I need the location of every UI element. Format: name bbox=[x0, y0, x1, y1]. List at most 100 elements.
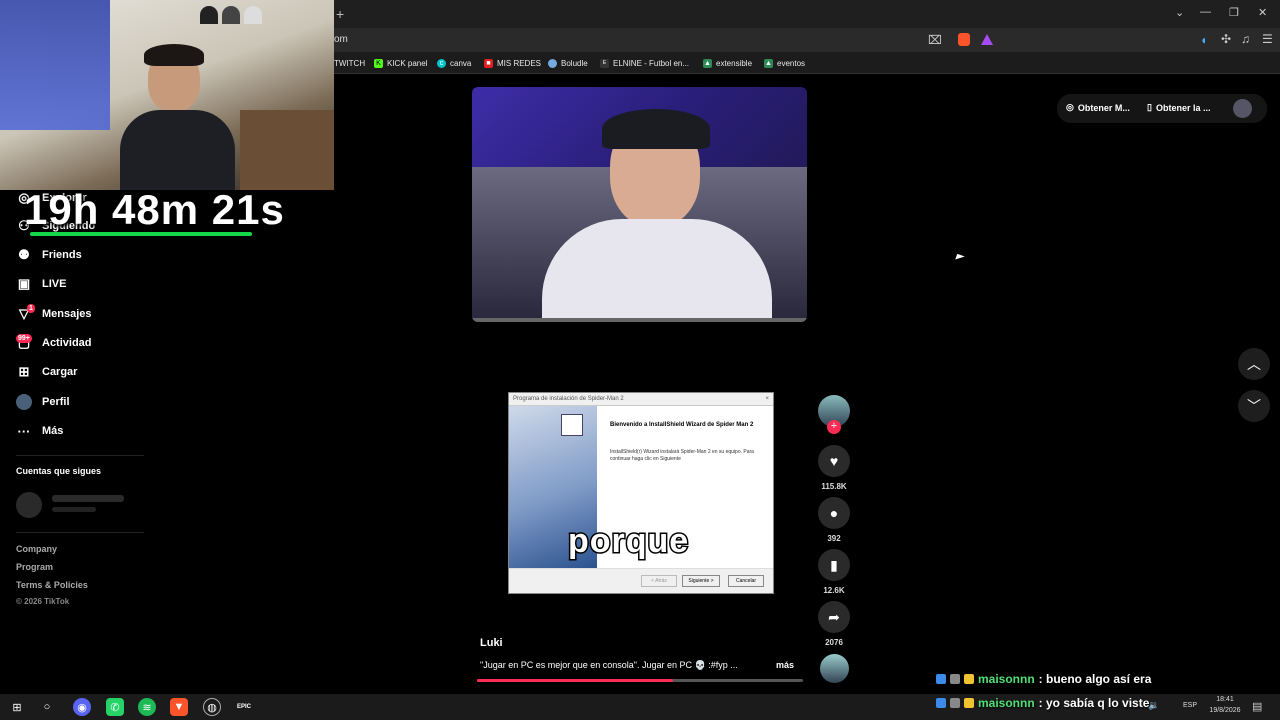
phone-icon: ▯ bbox=[1147, 102, 1152, 112]
get-app-button[interactable]: ◎ Obtener M... bbox=[1066, 102, 1130, 113]
whatsapp-taskbar-button[interactable]: ✆ bbox=[106, 698, 124, 716]
share-count: 2076 bbox=[825, 638, 843, 647]
footer-program-link[interactable]: Program bbox=[16, 562, 53, 572]
minimize-button[interactable]: — bbox=[1200, 6, 1211, 18]
chevron-down-icon: ﹀ bbox=[1247, 398, 1261, 414]
music-icon[interactable]: ♫ bbox=[1241, 32, 1250, 46]
bookmark-canva[interactable]: c canva bbox=[437, 56, 471, 70]
obs-taskbar-button[interactable]: ◍ bbox=[203, 698, 221, 716]
user-avatar[interactable] bbox=[1233, 99, 1252, 118]
bookmark-twitch[interactable]: TWITCH bbox=[334, 56, 365, 70]
elnine-icon: E bbox=[600, 58, 609, 68]
installer-logo-icon bbox=[561, 414, 583, 436]
video-progress-track[interactable] bbox=[472, 318, 807, 322]
new-tab-button[interactable]: + bbox=[336, 6, 344, 22]
installer-back-button[interactable]: < Atrás bbox=[641, 575, 677, 587]
video-progress-track[interactable] bbox=[477, 679, 803, 682]
installer-title: Programa de instalación de Spider-Man 2 bbox=[513, 396, 624, 402]
whatsapp-icon: ✆ bbox=[110, 701, 120, 714]
tree-icon: ▲ bbox=[703, 58, 712, 68]
footer-company-link[interactable]: Company bbox=[16, 544, 57, 554]
more-link[interactable]: más bbox=[776, 660, 794, 670]
close-icon: × bbox=[765, 396, 769, 402]
installer-body: InstallShield(r) Wizard instalará Spider… bbox=[610, 449, 754, 462]
get-desktop-app-button[interactable]: ▯ Obtener la ... bbox=[1147, 102, 1210, 113]
main-video[interactable]: Programa de instalación de Spider-Man 2 ×… bbox=[508, 392, 774, 594]
share-button[interactable]: ➦ bbox=[818, 601, 850, 633]
brave-rewards-icon[interactable] bbox=[981, 34, 993, 45]
brave-shield-icon[interactable] bbox=[958, 33, 970, 46]
language-indicator[interactable]: ESP bbox=[1183, 702, 1197, 709]
installer-next-button[interactable]: Siguiente > bbox=[682, 575, 720, 587]
spotify-taskbar-button[interactable]: ≋ bbox=[138, 698, 156, 716]
notification-icon[interactable]: ▤ bbox=[1252, 700, 1262, 713]
discord-taskbar-button[interactable]: ◉ bbox=[73, 698, 91, 716]
close-window-button[interactable]: ✕ bbox=[1258, 6, 1267, 19]
tab-search-button[interactable]: ⌄ bbox=[1175, 6, 1184, 19]
chat-username: maisonnn bbox=[978, 672, 1035, 686]
audio-icon[interactable]: ◖ bbox=[1200, 33, 1207, 47]
epic-games-taskbar-button[interactable]: EPIC bbox=[235, 698, 253, 716]
badge-icon bbox=[950, 698, 960, 708]
bookmark-label: canva bbox=[450, 58, 472, 68]
sidebar-item-live[interactable]: ▣ LIVE bbox=[16, 274, 67, 294]
footer-terms-link[interactable]: Terms & Policies bbox=[16, 580, 88, 590]
divider bbox=[16, 455, 144, 456]
clock-date[interactable]: 19/8/2026 bbox=[1203, 707, 1247, 714]
comment-icon: ● bbox=[829, 505, 839, 521]
previous-video-button[interactable]: ︿ bbox=[1238, 348, 1270, 380]
footer-copyright: © 2026 TikTok bbox=[16, 597, 70, 606]
bookmark-mis-redes[interactable]: ■ MIS REDES bbox=[484, 56, 541, 70]
messages-badge: 1 bbox=[27, 304, 35, 313]
clock-time[interactable]: 18:41 bbox=[1205, 696, 1245, 703]
sidebar-item-perfil[interactable]: Perfil bbox=[16, 392, 70, 412]
bookmark-elnine[interactable]: E ELNINE - Futbol en... bbox=[600, 56, 689, 70]
redes-icon: ■ bbox=[484, 58, 493, 68]
bookmark-boludle[interactable]: Boludle bbox=[548, 56, 588, 70]
bookmark-eventos[interactable]: ▲ eventos bbox=[764, 56, 805, 70]
bookmark-kick[interactable]: K KICK panel bbox=[374, 56, 427, 70]
canva-icon: c bbox=[437, 58, 446, 68]
following-accounts-title: Cuentas que sigues bbox=[16, 466, 102, 476]
bookmark-label: Boludle bbox=[561, 58, 588, 68]
volume-icon[interactable]: 🔉 bbox=[1148, 700, 1159, 711]
translate-icon[interactable]: ⌧ bbox=[928, 33, 942, 47]
previous-video[interactable] bbox=[472, 87, 807, 322]
maximize-button[interactable]: ❐ bbox=[1229, 6, 1239, 19]
start-button[interactable]: ⊞ bbox=[8, 698, 26, 716]
save-button[interactable]: ▮ bbox=[818, 549, 850, 581]
video-author[interactable]: Luki bbox=[480, 637, 503, 649]
next-video-button[interactable]: ﹀ bbox=[1238, 390, 1270, 422]
sidebar-item-friends[interactable]: ⚉ Friends bbox=[16, 245, 82, 265]
like-button[interactable]: ♥ bbox=[818, 445, 850, 477]
bookmark-label: ELNINE - Futbol en... bbox=[613, 58, 690, 68]
upload-icon: ⊞ bbox=[18, 364, 30, 379]
chevron-up-icon: ︿ bbox=[1247, 356, 1261, 372]
video-caption-overlay: porque bbox=[566, 521, 690, 562]
bookmark-extensible[interactable]: ▲ extensible bbox=[703, 56, 752, 70]
streamer bbox=[120, 40, 240, 190]
menu-icon[interactable]: ☰ bbox=[1262, 32, 1273, 46]
caps-shelf bbox=[200, 6, 280, 44]
get-app-label: Obtener M... bbox=[1077, 102, 1130, 113]
installer-cancel-button[interactable]: Cancelar bbox=[728, 575, 764, 587]
follow-plus-icon[interactable]: + bbox=[827, 420, 841, 434]
sidebar-item-cargar[interactable]: ⊞ Cargar bbox=[16, 362, 78, 382]
search-button[interactable]: ○ bbox=[38, 698, 56, 716]
windows-icon: ⊞ bbox=[12, 701, 22, 714]
url-text[interactable]: om bbox=[334, 34, 348, 45]
bookmark-label: KICK panel bbox=[387, 58, 428, 68]
brave-icon: ▼ bbox=[173, 701, 185, 713]
comment-button[interactable]: ● bbox=[818, 497, 850, 529]
sidebar-item-label: Perfil bbox=[42, 396, 70, 408]
bookmark-label: TWITCH bbox=[334, 58, 366, 68]
crown-icon bbox=[964, 698, 974, 708]
badge-icon bbox=[936, 698, 946, 708]
profile-icon bbox=[16, 394, 32, 410]
brave-taskbar-button[interactable]: ▼ bbox=[170, 698, 188, 716]
sidebar-item-mas[interactable]: ··· Más bbox=[16, 421, 64, 441]
music-disc-avatar[interactable] bbox=[820, 654, 849, 683]
bookmark-label: MIS REDES bbox=[497, 58, 542, 68]
extensions-icon[interactable]: ✣ bbox=[1221, 32, 1231, 46]
chat-message: maisonnn: bueno algo así era bbox=[936, 672, 1151, 686]
